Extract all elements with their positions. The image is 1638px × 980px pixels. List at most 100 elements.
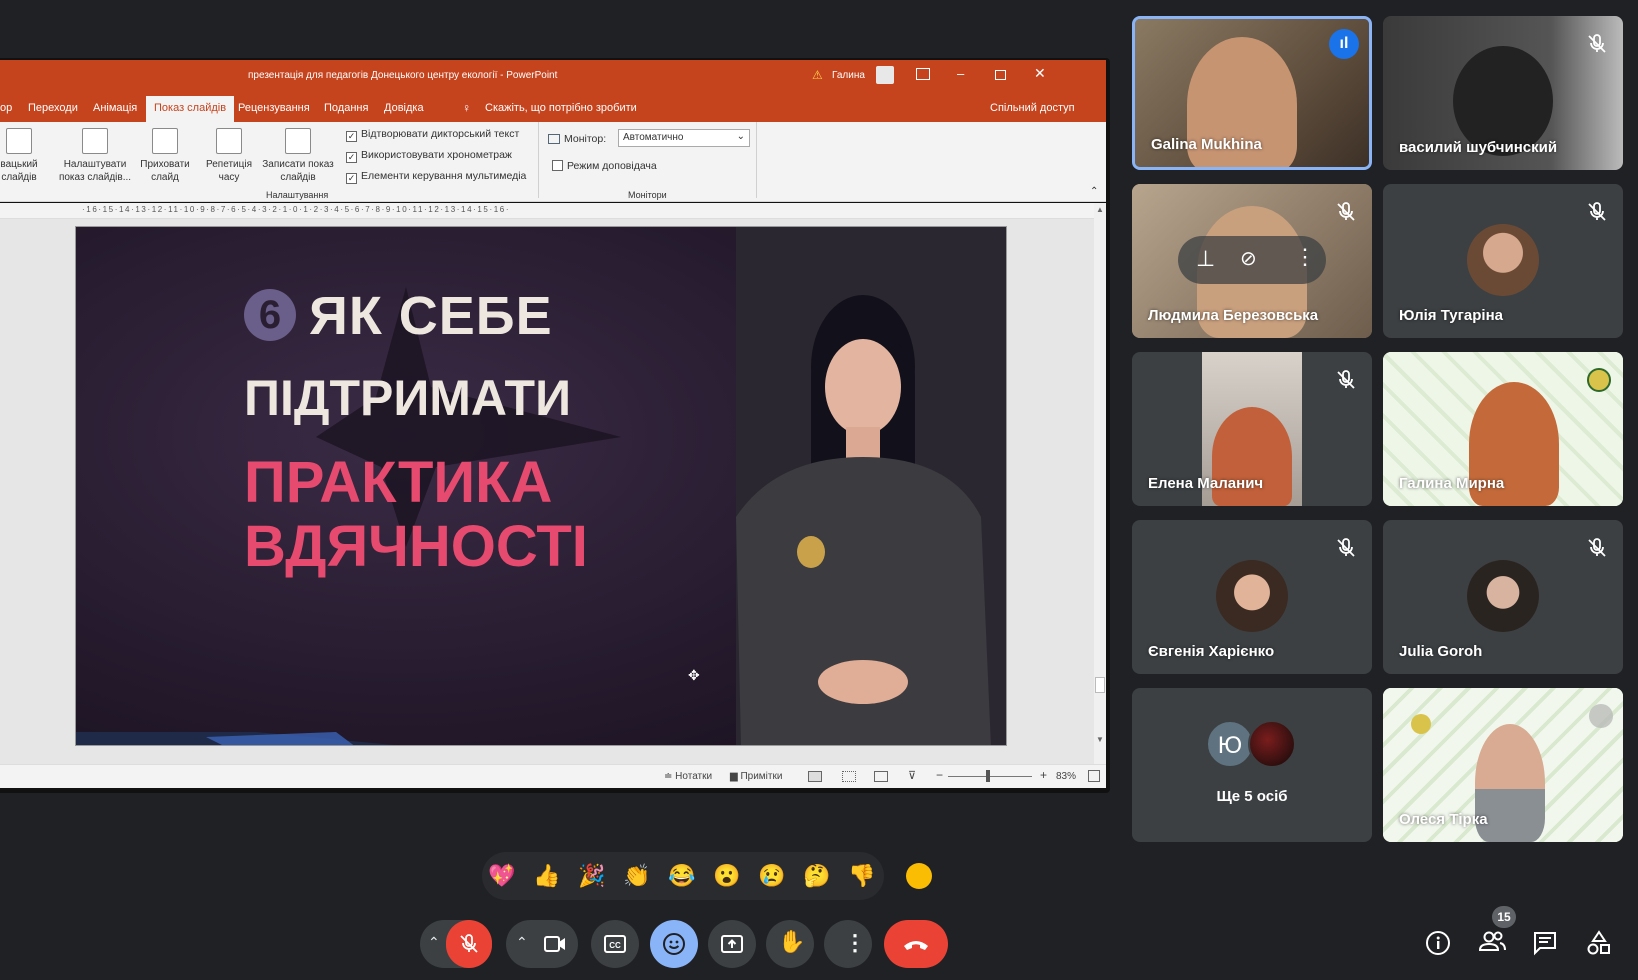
- raise-hand-button[interactable]: ✋: [766, 920, 814, 968]
- participant-tile-lyudmyla[interactable]: ⊥ ⊘ ⋮ Людмила Березовська: [1132, 184, 1372, 338]
- present-screen-button[interactable]: [708, 920, 756, 968]
- participant-tile-vasiliy[interactable]: василий шубчинский: [1383, 16, 1623, 170]
- people-count-badge: 15: [1492, 906, 1516, 928]
- reactions-button[interactable]: [650, 920, 698, 968]
- tell-me-box[interactable]: Скажіть, що потрібно зробити: [485, 102, 637, 114]
- logo-icon: [1411, 714, 1431, 734]
- reaction-cry[interactable]: 😢: [758, 862, 786, 890]
- people-button[interactable]: [1478, 928, 1506, 959]
- zoom-slider[interactable]: [948, 776, 1032, 777]
- mute-participant-icon[interactable]: ⊘: [1240, 246, 1257, 271]
- camera-toggle-button[interactable]: [532, 920, 578, 968]
- comments-button[interactable]: ▆ Примітки: [730, 771, 782, 782]
- participant-tile-galina-mukhina[interactable]: ıl Galina Mukhina: [1132, 16, 1372, 170]
- slide-sorter-icon[interactable]: [842, 771, 856, 782]
- tab-review-partial[interactable]: ор: [0, 99, 20, 117]
- mic-off-icon: [460, 934, 478, 953]
- tab-transitions[interactable]: Переходи: [20, 99, 86, 117]
- present-to-all-icon: [721, 935, 743, 953]
- ribbon-display-icon[interactable]: [916, 68, 930, 80]
- svg-text:CC: CC: [609, 941, 621, 950]
- shared-screen: презентація для педагогів Донецького цен…: [0, 58, 1110, 793]
- more-options-icon[interactable]: ⋮: [1294, 244, 1316, 270]
- mic-toggle-button[interactable]: [446, 920, 492, 968]
- participant-tile-olesya[interactable]: Олеся Тірка: [1383, 688, 1623, 842]
- participant-tile-galyna-myrna[interactable]: Галина Мирна: [1383, 352, 1623, 506]
- notes-button[interactable]: ≐ Нотатки: [664, 771, 712, 782]
- skin-tone-selector[interactable]: [906, 863, 932, 889]
- reaction-party[interactable]: 🎉: [578, 862, 606, 890]
- scroll-thumb[interactable]: [1095, 677, 1105, 693]
- restore-icon[interactable]: [995, 70, 1006, 80]
- play-narrations-checkbox[interactable]: ✓ Відтворювати дикторський текст: [346, 128, 519, 142]
- closed-captions-icon: CC: [604, 935, 626, 953]
- chat-icon[interactable]: [1532, 930, 1558, 956]
- reaction-thinking[interactable]: 🤔: [803, 862, 831, 890]
- use-timings-checkbox[interactable]: ✓ Використовувати хронометраж: [346, 149, 512, 163]
- more-participants-label: Ще 5 осіб: [1216, 788, 1288, 805]
- slideshow-view-icon[interactable]: ⊽: [908, 769, 916, 782]
- slide-editing-area: 6 ЯК СЕБЕ ПІДТРИМАТИ ПРАКТИКА ВДЯЧНОСТІ …: [0, 219, 1094, 764]
- tab-review[interactable]: Рецензування: [230, 99, 318, 117]
- close-icon[interactable]: ✕: [1034, 65, 1046, 82]
- normal-view-icon[interactable]: [808, 771, 822, 782]
- custom-show-icon: [6, 128, 32, 154]
- camera-options-chevron-icon[interactable]: ⌃: [516, 934, 528, 951]
- tab-view[interactable]: Подання: [316, 99, 376, 117]
- activities-icon[interactable]: [1586, 930, 1612, 956]
- reaction-laugh[interactable]: 😂: [668, 862, 696, 890]
- zoom-in-icon[interactable]: +: [1040, 768, 1047, 782]
- tab-animation[interactable]: Анімація: [85, 99, 145, 117]
- zoom-level[interactable]: 83%: [1056, 771, 1076, 782]
- reaction-clap[interactable]: 👏: [623, 862, 651, 890]
- zoom-slider-thumb[interactable]: [986, 770, 990, 782]
- reactions-bar: 💖 👍 🎉 👏 😂 😮 😢 🤔 👎: [482, 852, 884, 900]
- more-vert-icon: ⋮: [844, 930, 866, 955]
- slide-heading-4: ВДЯЧНОСТІ: [244, 514, 588, 579]
- mic-options-chevron-icon[interactable]: ⌃: [428, 934, 440, 951]
- zoom-out-icon[interactable]: −: [936, 768, 943, 782]
- scroll-down-icon[interactable]: ▼: [1096, 735, 1104, 744]
- minimize-icon[interactable]: –: [957, 66, 964, 81]
- monitor-select[interactable]: Автоматично ⌄: [618, 129, 750, 147]
- more-participants-tile[interactable]: Ю Ще 5 осіб: [1132, 688, 1372, 842]
- custom-show-button[interactable]: вацький слайдів: [0, 128, 44, 184]
- leave-call-button[interactable]: [884, 920, 948, 968]
- fit-to-window-icon[interactable]: [1088, 770, 1100, 782]
- ppt-titlebar: презентація для педагогів Донецького цен…: [0, 60, 1106, 94]
- pin-icon[interactable]: ⊥: [1196, 246, 1215, 272]
- ppt-window-title: презентація для педагогів Донецького цен…: [248, 70, 558, 81]
- scroll-up-icon[interactable]: ▲: [1096, 205, 1104, 214]
- ppt-user-name: Галина: [832, 70, 865, 81]
- ribbon-divider: [538, 122, 539, 198]
- hide-slide-button[interactable]: Приховати слайд: [138, 128, 192, 184]
- more-options-button[interactable]: ⋮: [824, 920, 872, 968]
- participant-name: Елена Маланич: [1148, 475, 1264, 492]
- vertical-scrollbar[interactable]: ▲ ▼: [1094, 203, 1106, 764]
- media-controls-checkbox[interactable]: ✓ Елементи керування мультимедіа: [346, 170, 526, 184]
- record-slideshow-button[interactable]: Записати показ слайдів: [258, 128, 338, 184]
- reaction-heart[interactable]: 💖: [488, 862, 516, 890]
- participant-tile-julia-goroh[interactable]: Julia Goroh: [1383, 520, 1623, 674]
- collapse-ribbon-icon[interactable]: ⌃: [1090, 186, 1098, 197]
- tab-slideshow[interactable]: Показ слайдів: [146, 96, 235, 122]
- participant-tile-elena[interactable]: Елена Маланич: [1132, 352, 1372, 506]
- setup-slideshow-button[interactable]: Налаштувати показ слайдів...: [58, 128, 132, 184]
- presenter-view-checkbox[interactable]: Режим доповідача: [552, 160, 657, 172]
- rehearse-timings-button[interactable]: Репетиція часу: [204, 128, 254, 184]
- reaction-surprised[interactable]: 😮: [713, 862, 741, 890]
- meeting-info-icon[interactable]: [1425, 930, 1451, 956]
- mic-control-group: ⌃: [420, 920, 492, 968]
- tab-help[interactable]: Довідка: [376, 99, 432, 117]
- share-button[interactable]: Спільний доступ: [990, 102, 1075, 114]
- captions-button[interactable]: CC: [591, 920, 639, 968]
- participant-tile-yuliya[interactable]: Юлія Тугаріна: [1383, 184, 1623, 338]
- reaction-thumbs-up[interactable]: 👍: [533, 862, 561, 890]
- reaction-thumbs-down[interactable]: 👎: [848, 862, 876, 890]
- ppt-statusbar: ≐ Нотатки ▆ Примітки ⊽ − + 83%: [0, 764, 1106, 788]
- mic-off-icon: [1337, 202, 1355, 221]
- participant-tile-yevheniya[interactable]: Євгенія Харієнко: [1132, 520, 1372, 674]
- reading-view-icon[interactable]: [874, 771, 888, 782]
- participant-name: василий шубчинский: [1399, 139, 1558, 156]
- participant-name: Юлія Тугаріна: [1399, 307, 1503, 324]
